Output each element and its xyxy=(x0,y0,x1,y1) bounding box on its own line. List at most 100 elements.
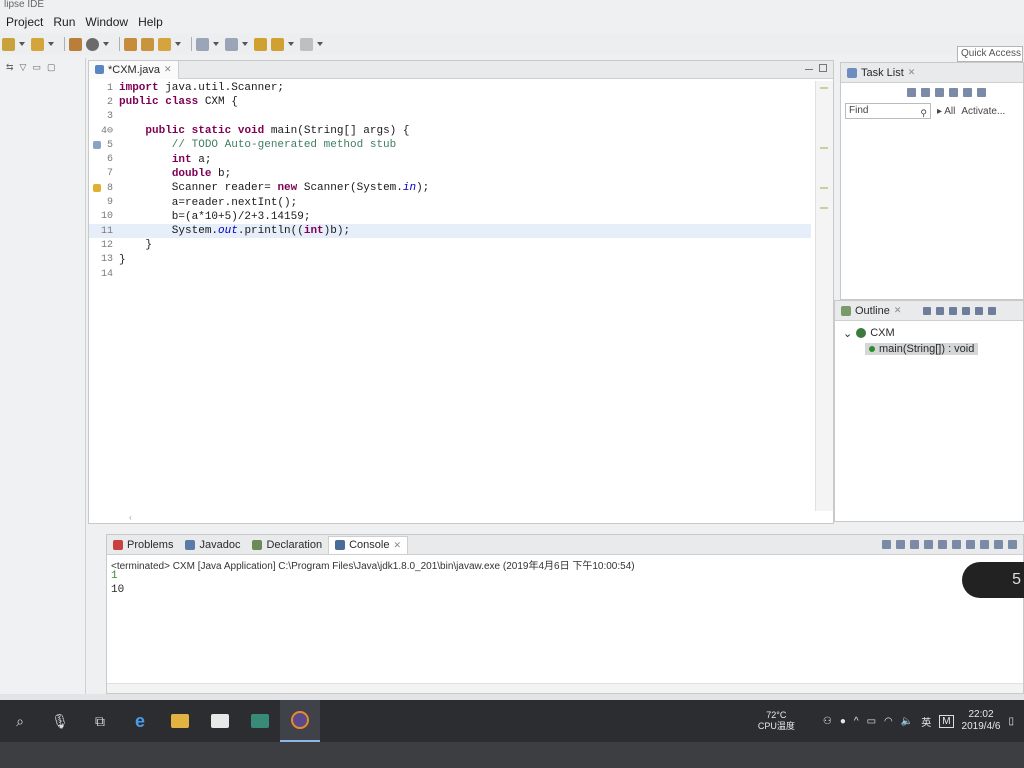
line-number[interactable]: 14 xyxy=(89,269,119,280)
menu-icon[interactable] xyxy=(977,87,986,97)
word-wrap-icon[interactable] xyxy=(952,540,961,549)
tab-javadoc[interactable]: Javadoc xyxy=(179,536,246,554)
back-icon[interactable] xyxy=(254,37,267,51)
close-icon[interactable]: ✕ xyxy=(894,305,902,316)
line-number[interactable]: 7 xyxy=(89,168,119,179)
code-line[interactable]: 10 b=(a*10+5)/2+3.14159; xyxy=(89,210,811,224)
edge-browser-icon[interactable]: e xyxy=(120,700,160,742)
sync-icon[interactable]: ⇆ xyxy=(6,62,14,73)
minimize-icon[interactable] xyxy=(1008,540,1017,549)
file-explorer-icon[interactable] xyxy=(160,700,200,742)
cpu-temperature[interactable]: 72°C CPU温度 xyxy=(758,710,795,732)
microphone-icon[interactable]: 🎙 xyxy=(40,700,80,742)
close-icon[interactable]: ✕ xyxy=(393,540,401,551)
new-task-icon[interactable] xyxy=(907,87,916,97)
notification-icon[interactable]: ▯ xyxy=(1008,716,1014,727)
code-line[interactable]: 2 public class CXM { xyxy=(89,95,811,109)
console-scrollbar[interactable] xyxy=(107,683,1023,693)
tab-declaration[interactable]: Declaration xyxy=(246,536,328,554)
store-icon[interactable] xyxy=(200,700,240,742)
focus-icon[interactable] xyxy=(949,87,958,97)
line-number[interactable]: 5 xyxy=(89,140,119,151)
line-number[interactable]: 11 xyxy=(89,226,119,237)
code-line[interactable]: 6 int a; xyxy=(89,152,811,166)
remove-launch-icon[interactable] xyxy=(896,540,905,549)
sort-icon[interactable] xyxy=(923,306,932,315)
terminate-icon[interactable] xyxy=(882,540,891,549)
line-number[interactable]: 9 xyxy=(89,197,119,208)
quick-access-field[interactable]: Quick Access xyxy=(957,46,1023,62)
open-console-icon[interactable] xyxy=(994,540,1003,549)
line-number[interactable]: 6 xyxy=(89,154,119,165)
code-line[interactable]: 7 double b; xyxy=(89,167,811,181)
volume-icon[interactable]: 🔈 xyxy=(901,716,913,727)
overview-ruler[interactable] xyxy=(815,81,833,511)
code-line[interactable]: 11 System.out.println((int)b); xyxy=(89,223,811,239)
menu-project[interactable]: Project xyxy=(6,15,43,29)
tab-console[interactable]: Console ✕ xyxy=(328,535,408,554)
package-icon[interactable] xyxy=(69,37,82,51)
network-icon[interactable]: ◠ xyxy=(884,716,893,727)
clock[interactable]: 22:02 2019/4/6 xyxy=(962,709,1001,733)
activate-link[interactable]: Activate... xyxy=(961,106,1005,117)
all-filter[interactable]: ▸ All xyxy=(937,106,955,117)
outline-title[interactable]: Outline xyxy=(855,305,890,317)
code-line[interactable]: 14 xyxy=(89,267,811,281)
line-number[interactable]: 13 xyxy=(89,254,119,265)
code-line[interactable]: 9 a=reader.nextInt(); xyxy=(89,195,811,209)
new-icon[interactable] xyxy=(2,37,15,51)
categorize-icon[interactable] xyxy=(935,87,944,97)
battery-icon[interactable]: ▭ xyxy=(867,716,876,727)
eclipse-icon[interactable] xyxy=(280,700,320,742)
hide-static-icon[interactable] xyxy=(949,306,958,315)
code-line[interactable]: 1 import java.util.Scanner; xyxy=(89,81,811,95)
menu-run[interactable]: Run xyxy=(53,15,75,29)
line-number[interactable]: 4⊖ xyxy=(89,125,119,137)
line-number[interactable]: 12 xyxy=(89,240,119,251)
code-line[interactable]: 13} xyxy=(89,253,811,267)
view-menu-icon[interactable]: ▽ xyxy=(20,62,27,73)
gear-icon[interactable] xyxy=(86,37,99,51)
annotation-icon[interactable] xyxy=(196,37,209,51)
open-resource-icon[interactable] xyxy=(141,37,154,51)
find-input[interactable]: Find ⚲ xyxy=(845,103,931,119)
line-number[interactable]: 10 xyxy=(89,211,119,222)
link-icon[interactable] xyxy=(988,306,997,315)
task-view-icon[interactable]: ⧉ xyxy=(80,700,120,742)
horizontal-scrollbar[interactable]: ‹ xyxy=(129,513,809,522)
back-nav-icon[interactable] xyxy=(271,37,284,51)
line-number[interactable]: 8 xyxy=(89,183,119,194)
people-icon[interactable]: ⚇ xyxy=(823,716,832,727)
line-number[interactable]: 2 xyxy=(89,97,119,108)
search-icon[interactable]: ⌕ xyxy=(0,700,40,742)
task-list-title[interactable]: Task List xyxy=(861,67,904,79)
remove-all-icon[interactable] xyxy=(910,540,919,549)
hide-fields-icon[interactable] xyxy=(936,306,945,315)
code-line[interactable]: 4⊖ public static void main(String[] args… xyxy=(89,124,811,138)
ime-mode-icon[interactable]: M xyxy=(939,714,954,728)
maximize-icon[interactable]: ▢ xyxy=(47,62,56,73)
collapse-icon[interactable] xyxy=(963,87,972,97)
ime-indicator[interactable]: 英 xyxy=(921,714,931,729)
minimize-icon[interactable] xyxy=(805,69,813,71)
scroll-lock-icon[interactable] xyxy=(938,540,947,549)
line-number[interactable]: 1 xyxy=(89,83,119,94)
search-icon[interactable] xyxy=(158,37,171,51)
chevron-up-icon[interactable]: ^ xyxy=(854,716,859,727)
code-line[interactable]: 12 } xyxy=(89,238,811,252)
maximize-icon[interactable] xyxy=(819,64,827,72)
code-line[interactable]: 3 xyxy=(89,110,811,124)
app-window-icon[interactable] xyxy=(240,700,280,742)
menu-window[interactable]: Window xyxy=(85,15,128,29)
minimize-icon[interactable]: ▭ xyxy=(32,62,41,73)
menu-help[interactable]: Help xyxy=(138,15,163,29)
chevron-down-icon[interactable]: ⌄ xyxy=(843,327,852,340)
app-tray-icon[interactable]: ● xyxy=(840,716,846,727)
forward-icon[interactable] xyxy=(300,37,313,51)
hide-local-types-icon[interactable] xyxy=(975,306,984,315)
display-console-icon[interactable] xyxy=(980,540,989,549)
floating-overlay-widget[interactable]: 5 xyxy=(962,562,1024,598)
open-type-icon[interactable] xyxy=(124,37,137,51)
hide-nonpublic-icon[interactable] xyxy=(962,306,971,315)
code-line[interactable]: 8 Scanner reader= new Scanner(System.in)… xyxy=(89,181,811,195)
